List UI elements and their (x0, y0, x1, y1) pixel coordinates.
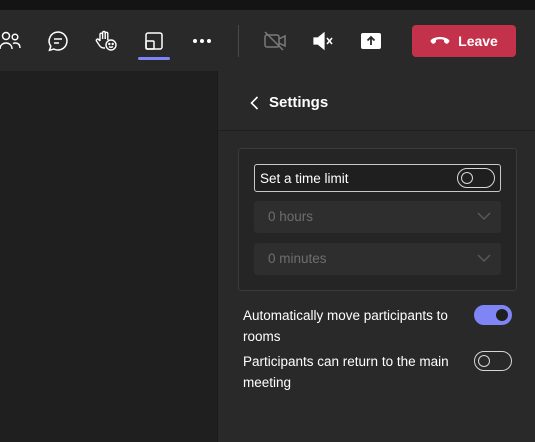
leave-button[interactable]: Leave (412, 25, 516, 57)
panel-header-divider (218, 130, 535, 131)
chevron-down-icon (477, 212, 491, 220)
window-top-strip (0, 0, 535, 10)
raise-hand-icon[interactable] (88, 10, 124, 71)
minutes-dropdown: 0 minutes (254, 243, 501, 275)
chevron-left-icon (249, 96, 258, 110)
time-limit-label: Set a time limit (260, 171, 349, 186)
speaker-muted-icon[interactable] (305, 10, 341, 71)
phone-hangup-icon (430, 33, 450, 49)
more-icon[interactable] (184, 10, 220, 71)
leave-label: Leave (458, 33, 498, 49)
chevron-down-icon (477, 254, 491, 262)
share-icon[interactable] (353, 10, 389, 71)
people-icon[interactable] (0, 10, 28, 71)
camera-off-icon[interactable] (257, 10, 293, 71)
hours-dropdown: 0 hours (254, 201, 501, 233)
back-button[interactable] (246, 94, 262, 112)
toggle-knob (461, 172, 473, 184)
toggle-knob (478, 355, 490, 367)
return-main-toggle[interactable] (474, 351, 512, 371)
meeting-stage (0, 71, 217, 442)
return-main-label: Participants can return to the main meet… (243, 354, 449, 390)
minutes-value: 0 minutes (268, 251, 327, 266)
auto-move-toggle[interactable] (474, 305, 512, 325)
chat-icon[interactable] (40, 10, 76, 71)
rooms-icon[interactable] (136, 10, 172, 71)
panel-title: Settings (269, 94, 329, 111)
time-limit-row[interactable]: Set a time limit (254, 164, 501, 192)
meeting-toolbar: Leave (0, 10, 535, 71)
toggle-knob (496, 309, 508, 321)
toolbar-divider (238, 25, 239, 57)
hours-value: 0 hours (268, 209, 314, 224)
active-tab-indicator (138, 57, 170, 60)
time-limit-toggle[interactable] (457, 168, 495, 188)
auto-move-label: Automatically move participants to rooms (243, 308, 448, 344)
